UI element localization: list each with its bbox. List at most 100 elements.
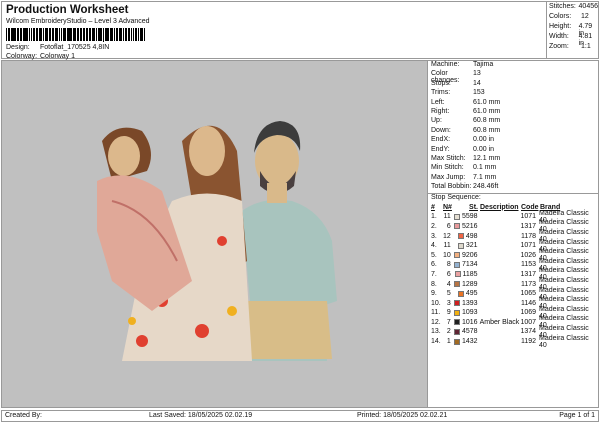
- info-label: EndY:: [431, 145, 450, 153]
- stat-label: Height:: [549, 23, 572, 30]
- color-swatch: [453, 252, 460, 259]
- stop-sequence-title: Stop Sequence:: [428, 193, 598, 202]
- embroidery-image: [97, 121, 337, 361]
- info-row: EndY: 0.00 in: [428, 146, 598, 155]
- barcode-bar: [78, 28, 79, 41]
- info-label: Color changes:: [431, 70, 460, 85]
- info-label: EndX:: [431, 136, 451, 144]
- stitch-cell: 495: [451, 290, 478, 297]
- stitch-cell: 1432: [451, 338, 478, 345]
- info-value: 13: [473, 70, 481, 78]
- thread-code: 1026: [520, 251, 537, 259]
- colorway-value: Colorway 1: [40, 53, 76, 60]
- stats-box: Stitches: 40456 Colors: 12 Height: 4.79 in …: [546, 2, 600, 58]
- barcode-bar: [14, 28, 16, 41]
- row-number: 8.: [431, 280, 437, 288]
- barcode-bar: [6, 28, 7, 41]
- stat-label: Zoom:: [549, 43, 569, 50]
- color-swatch: [453, 213, 460, 220]
- row-number: 11.: [431, 309, 441, 317]
- info-label: Machine:: [431, 61, 460, 68]
- machine-info-panel: Machine: Tajima Color changes: 13 Stops: 14 Tr…: [428, 60, 599, 408]
- stop-sequence-rows: 1. 11 5598 1071 Madeira Classic 40 2. 6 5216 131…: [428, 210, 598, 349]
- needle-number: 2: [446, 328, 451, 336]
- barcode-bar: [64, 28, 66, 41]
- info-row: Left: 61.0 mm: [428, 99, 598, 108]
- info-label: Max Stitch:: [431, 154, 466, 162]
- needle-number: 6: [446, 270, 451, 278]
- row-number: 9.: [431, 290, 437, 298]
- thread-code: 1069: [520, 309, 537, 317]
- col-code: Code: [521, 203, 539, 211]
- info-label: Stops:: [431, 79, 451, 87]
- row-number: 1.: [431, 213, 437, 221]
- info-value: 61.0 mm: [473, 107, 501, 115]
- needle-number: 12: [443, 232, 451, 240]
- info-label: Max Jump:: [431, 173, 466, 181]
- info-value: 60.8 mm: [473, 117, 501, 125]
- page-number: Page 1 of 1: [559, 412, 595, 419]
- stat-value: 12: [581, 13, 589, 20]
- stitch-cell: 1289: [451, 281, 478, 288]
- row-number: 13.: [431, 328, 441, 336]
- colorway-info: Colorway: Colorway 1: [6, 53, 75, 60]
- info-label: Total Bobbin:: [431, 183, 472, 191]
- stitch-count: 5598: [461, 213, 478, 221]
- stitch-cell: 498: [451, 233, 478, 240]
- stitch-count: 321: [465, 242, 478, 250]
- stitch-count: 495: [465, 290, 478, 298]
- info-label: Left:: [431, 98, 445, 106]
- info-label: Trims:: [431, 89, 451, 97]
- barcode-bar: [87, 28, 89, 41]
- barcode-bar: [70, 28, 73, 41]
- barcode-bar: [85, 28, 87, 41]
- info-value: 14: [473, 79, 481, 87]
- barcode-bar: [121, 28, 123, 41]
- thread-code: 1071: [520, 242, 537, 250]
- page-title: Production Worksheet: [6, 4, 129, 16]
- color-swatch: [454, 271, 461, 278]
- barcode-bar: [33, 28, 35, 41]
- color-swatch: [453, 261, 460, 268]
- color-swatch: [457, 290, 464, 297]
- info-row: Machine: Tajima: [428, 61, 598, 70]
- stitch-cell: 4578: [451, 328, 478, 335]
- info-value: 61.0 mm: [473, 98, 501, 106]
- info-row: Right: 61.0 mm: [428, 108, 598, 117]
- info-row: Up: 60.8 mm: [428, 117, 598, 126]
- color-swatch: [457, 233, 464, 240]
- info-label: Right:: [431, 107, 450, 115]
- color-swatch: [453, 223, 460, 230]
- stitch-count: 7134: [461, 261, 478, 269]
- barcode-bar: [50, 28, 52, 41]
- info-value: 0.00 in: [473, 136, 495, 144]
- thread-code: 1178: [520, 232, 537, 240]
- stitch-cell: 9206: [451, 252, 478, 259]
- thread-code: 1146: [520, 299, 537, 307]
- barcode-bar: [143, 28, 146, 41]
- thread-code: 1071: [520, 213, 537, 221]
- stitch-count: 5216: [461, 222, 478, 230]
- stitch-count: 498: [465, 232, 478, 240]
- needle-number: 8: [446, 261, 451, 269]
- needle-number: 3: [446, 299, 451, 307]
- color-swatch: [453, 328, 460, 335]
- design-preview: [1, 60, 428, 408]
- stop-row: 14. 1 1432 1192 Madeira Classic 40: [428, 335, 598, 349]
- thread-code: 1007: [520, 318, 537, 326]
- stitch-count: 1016: [461, 318, 478, 326]
- col-stitches: St.: [469, 203, 478, 211]
- row-number: 3.: [431, 232, 437, 240]
- stat-value: 4.79 in: [578, 23, 593, 37]
- needle-number: 7: [446, 318, 451, 326]
- stitch-count: 4578: [461, 328, 478, 336]
- stitch-count: 1185: [462, 270, 478, 278]
- color-swatch: [453, 319, 460, 326]
- info-value: 0.1 mm: [473, 164, 497, 172]
- info-row: Down: 60.8 mm: [428, 127, 598, 136]
- info-value: 153: [473, 89, 485, 97]
- barcode-bar: [41, 28, 43, 41]
- design-info: Design: Fotoflat_170525 4,8IN: [6, 44, 109, 51]
- stat-stitches: Stitches: 40456: [549, 3, 598, 13]
- row-number: 12.: [431, 318, 441, 326]
